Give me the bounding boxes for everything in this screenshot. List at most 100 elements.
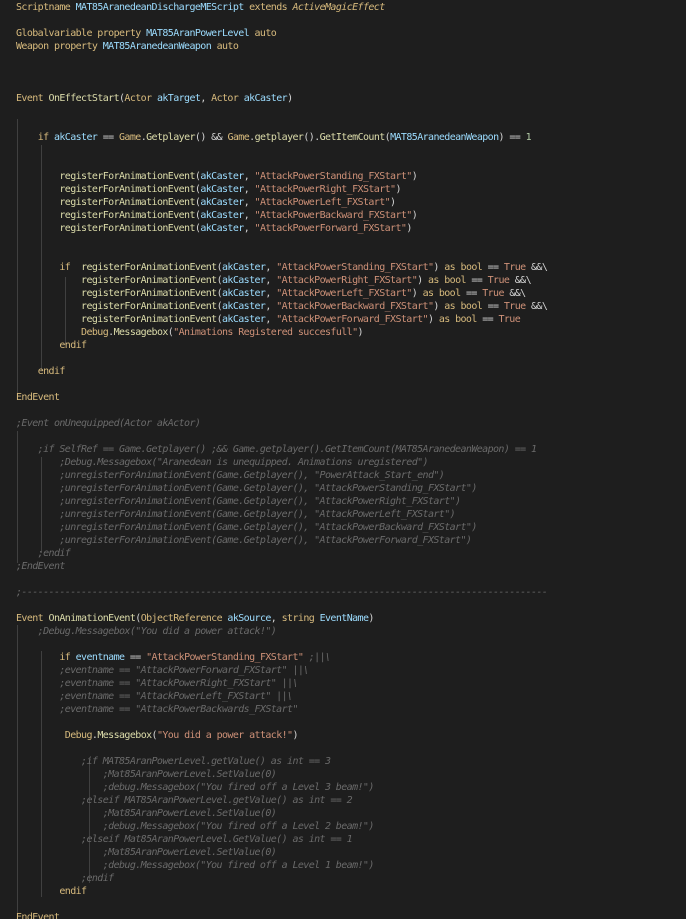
code-line[interactable]: endif — [16, 365, 66, 378]
code-token-comment: ;endif — [16, 548, 71, 559]
code-line[interactable]: registerForAnimationEvent(akCaster, "Att… — [16, 300, 548, 313]
code-line[interactable]: if registerForAnimationEvent(akCaster, "… — [16, 261, 548, 274]
code-line[interactable]: ;if SelfRef == Game.Getplayer() ;&& Game… — [16, 443, 537, 456]
code-line[interactable]: ;eventname == "AttackPowerForward_FXStar… — [16, 664, 309, 677]
code-token-default — [16, 730, 65, 741]
code-line[interactable]: ;---------------------------------------… — [16, 586, 548, 599]
code-line[interactable]: registerForAnimationEvent(akCaster, "Att… — [16, 170, 417, 183]
code-line[interactable]: ;unregisterForAnimationEvent(Game.Getpla… — [16, 469, 444, 482]
code-token-string: "AttackPowerLeft_FXStart" — [276, 288, 412, 299]
code-line[interactable]: ;unregisterForAnimationEvent(Game.Getpla… — [16, 508, 455, 521]
code-line[interactable]: ;Event onUnequipped(Actor akActor) — [16, 417, 201, 430]
code-token-default: ) — [411, 171, 418, 182]
code-token-default — [16, 314, 81, 325]
code-line[interactable]: Globalvariable property MAT85AranPowerLe… — [16, 27, 277, 40]
code-line[interactable]: ;eventname == "AttackPowerBackwards_FXSt… — [16, 703, 298, 716]
code-line[interactable]: endif — [16, 885, 87, 898]
code-line[interactable]: ;debug.Messagebox("You fired off a Level… — [16, 781, 375, 794]
code-line[interactable]: registerForAnimationEvent(akCaster, "Att… — [16, 222, 412, 235]
code-token-comment: ;unregisterForAnimationEvent(Game.Getpla… — [16, 483, 477, 494]
code-line[interactable]: registerForAnimationEvent(akCaster, "Att… — [16, 209, 417, 222]
code-line[interactable]: ;Mat85AranPowerLevel.SetValue(0) — [16, 768, 277, 781]
code-line[interactable]: if eventname == "AttackPowerStanding_FXS… — [16, 651, 331, 664]
code-token-variable: akCaster — [221, 301, 266, 312]
code-line[interactable]: ;endif — [16, 547, 71, 560]
code-line[interactable]: registerForAnimationEvent(akCaster, "Att… — [16, 183, 401, 196]
code-token-func: registerForAnimationEvent — [81, 275, 217, 286]
code-line[interactable]: ;Debug.Messagebox("You did a power attac… — [16, 625, 277, 638]
code-token-keyword: string — [281, 613, 320, 624]
code-line[interactable]: Debug.Messagebox("Animations Registered … — [16, 326, 364, 339]
code-token-string: "AttackPowerForward_FXStart" — [254, 223, 407, 234]
code-token-variable: EventName — [319, 613, 369, 624]
code-token-func: registerForAnimationEvent — [59, 210, 195, 221]
code-line[interactable]: ;unregisterForAnimationEvent(Game.Getpla… — [16, 482, 477, 495]
code-token-string: "AttackPowerBackward_FXStart" — [276, 301, 434, 312]
code-line[interactable]: Debug.Messagebox("You did a power attack… — [16, 729, 299, 742]
code-line[interactable]: EndEvent — [16, 391, 60, 404]
code-line[interactable]: Scriptname MAT85AranedeanDischargeMEScri… — [16, 1, 385, 14]
code-token-comment: ;eventname == "AttackPowerForward_FXStar… — [16, 665, 309, 676]
code-line[interactable]: ;Debug.Messagebox("Aranedean is unequipp… — [16, 456, 428, 469]
code-token-variable: akCaster — [200, 184, 244, 195]
code-line[interactable]: ;unregisterForAnimationEvent(Game.Getpla… — [16, 495, 461, 508]
code-token-default: ) — [433, 301, 445, 312]
code-line[interactable]: ;EndEvent — [16, 560, 65, 573]
code-token-default: == — [487, 262, 504, 273]
code-token-default — [16, 132, 38, 143]
code-line[interactable]: ;endif — [16, 872, 114, 885]
code-line[interactable]: ;elseif MAT85AranPowerLevel.getValue() a… — [16, 794, 353, 807]
code-line[interactable]: ;Mat85AranPowerLevel.SetValue(0) — [16, 807, 277, 820]
code-token-keyword: Debug — [64, 730, 93, 741]
code-token-keyword: Weapon property — [16, 41, 103, 52]
code-token-keyword: as bool — [444, 301, 488, 312]
code-line[interactable]: registerForAnimationEvent(akCaster, "Att… — [16, 196, 396, 209]
code-line[interactable]: ;elseif Mat85AranPowerLevel.GetValue() a… — [16, 833, 353, 846]
code-token-comment: ;Mat85AranPowerLevel.SetValue(0) — [16, 847, 277, 858]
code-token-default: , — [270, 613, 282, 624]
code-line[interactable]: if akCaster == Game.Getplayer() && Game.… — [16, 131, 532, 144]
code-line[interactable]: registerForAnimationEvent(akCaster, "Att… — [16, 274, 532, 287]
code-token-keyword: if — [59, 262, 82, 273]
code-line[interactable]: Weapon property MAT85AranedeanWeapon aut… — [16, 40, 239, 53]
code-line[interactable]: registerForAnimationEvent(akCaster, "Att… — [16, 313, 521, 326]
code-token-variable: akCaster — [200, 197, 244, 208]
code-token-default: == — [471, 275, 488, 286]
code-line[interactable]: ;debug.Messagebox("You fired off a Level… — [16, 820, 375, 833]
code-line[interactable]: ;unregisterForAnimationEvent(Game.Getpla… — [16, 521, 477, 534]
code-token-variable: akCaster — [53, 132, 103, 143]
code-token-default — [16, 262, 59, 273]
code-line[interactable]: ;eventname == "AttackPowerLeft_FXStart" … — [16, 690, 293, 703]
code-line[interactable]: ;if MAT85AranPowerLevel.getValue() as in… — [16, 755, 331, 768]
code-line[interactable]: endif — [16, 339, 87, 352]
code-token-keyword: Debug — [81, 327, 109, 338]
code-line[interactable]: ;debug.Messagebox("You fired off a Level… — [16, 859, 375, 872]
code-line[interactable]: ;unregisterForAnimationEvent(Game.Getpla… — [16, 534, 472, 547]
code-token-default — [16, 652, 59, 663]
code-token-default: , — [265, 301, 277, 312]
code-token-variable: akCaster — [200, 223, 244, 234]
code-token-func: GetItemCount — [319, 132, 386, 143]
code-line[interactable]: ;eventname == "AttackPowerRight_FXStart"… — [16, 677, 298, 690]
code-token-default: , — [243, 197, 255, 208]
code-line[interactable]: Event OnAnimationEvent(ObjectReference a… — [16, 612, 374, 625]
code-line[interactable]: ;Mat85AranPowerLevel.SetValue(0) — [16, 846, 277, 859]
code-token-keyword: auto — [216, 41, 239, 52]
code-token-comment: ;Mat85AranPowerLevel.SetValue(0) — [16, 769, 277, 780]
code-token-variable: akSource — [227, 613, 271, 624]
code-editor[interactable]: Scriptname MAT85AranedeanDischargeMEScri… — [0, 0, 686, 919]
code-line[interactable]: Event OnEffectStart(Actor akTarget, Acto… — [16, 92, 293, 105]
code-token-default: ) — [427, 314, 439, 325]
code-token-comment: ;---------------------------------------… — [16, 587, 548, 598]
code-token-default: , — [265, 288, 277, 299]
code-token-comment: ;eventname == "AttackPowerRight_FXStart"… — [16, 678, 298, 689]
code-token-bool: True — [498, 314, 521, 325]
code-token-default: , — [243, 184, 255, 195]
code-token-keyword: as bool — [444, 262, 488, 273]
code-line[interactable]: registerForAnimationEvent(akCaster, "Att… — [16, 287, 526, 300]
code-token-func: registerForAnimationEvent — [59, 223, 195, 234]
code-token-default — [16, 886, 59, 897]
code-line[interactable]: EndEvent — [16, 911, 60, 919]
code-token-func: registerForAnimationEvent — [59, 197, 195, 208]
code-token-comment: ;elseif Mat85AranPowerLevel.GetValue() a… — [16, 834, 353, 845]
